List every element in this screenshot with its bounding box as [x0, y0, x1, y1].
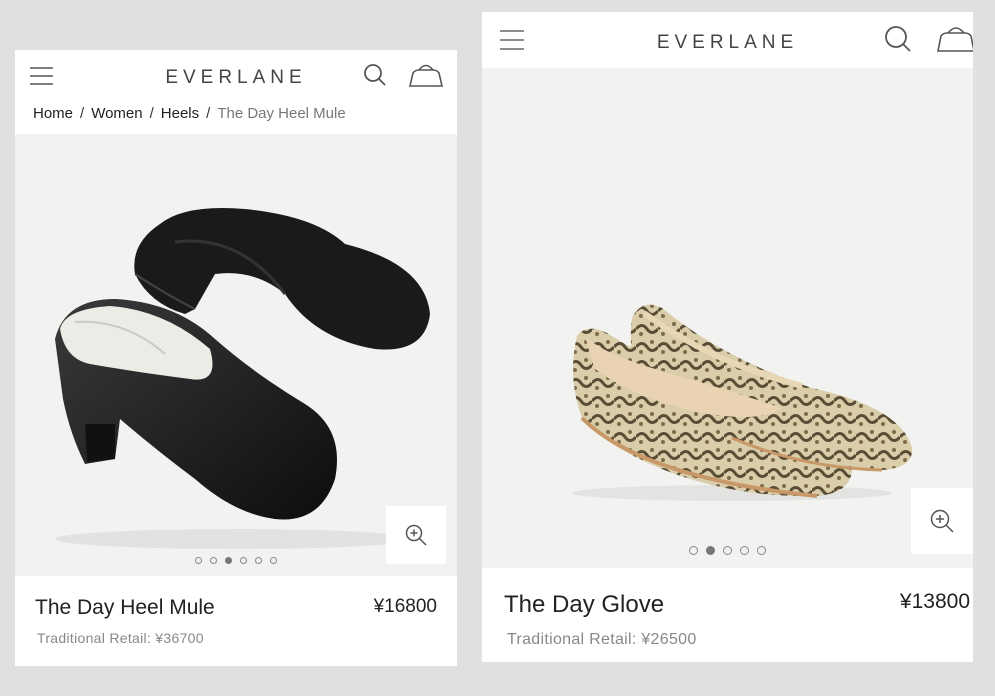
product-price: ¥16800 [373, 596, 437, 617]
traditional-retail-price: Traditional Retail: ¥36700 [37, 630, 204, 646]
carousel-dot-active[interactable] [706, 546, 715, 555]
carousel-dot[interactable] [723, 546, 732, 555]
carousel-dot-active[interactable] [225, 557, 232, 564]
carousel-dot[interactable] [255, 557, 262, 564]
carousel-dot[interactable] [740, 546, 749, 555]
shopping-bag-icon[interactable] [935, 22, 973, 54]
product-image-day-glove [572, 304, 913, 501]
carousel-dot[interactable] [689, 546, 698, 555]
search-icon[interactable] [884, 25, 912, 53]
product-name: The Day Heel Mule [35, 596, 215, 619]
zoom-button[interactable] [386, 506, 446, 564]
product-image-carousel[interactable] [482, 68, 973, 568]
product-page-heel-mule: EVERLANE Home / Women / Heels / The Day Heel M… [15, 50, 457, 666]
breadcrumb: Home / Women / Heels / The Day Heel Mule [33, 105, 346, 122]
carousel-dot[interactable] [195, 557, 202, 564]
breadcrumb-separator: / [206, 105, 211, 122]
product-image-carousel[interactable] [15, 134, 457, 576]
zoom-in-icon [405, 524, 427, 546]
carousel-dot[interactable] [210, 557, 217, 564]
breadcrumb-separator: / [149, 105, 154, 122]
breadcrumb-women[interactable]: Women [91, 105, 142, 122]
breadcrumb-heels[interactable]: Heels [161, 105, 199, 122]
brand-logo[interactable]: EVERLANE [15, 67, 457, 89]
carousel-dots [15, 557, 457, 564]
breadcrumb-separator: / [80, 105, 85, 122]
carousel-dot[interactable] [240, 557, 247, 564]
product-name: The Day Glove [504, 591, 665, 618]
search-icon[interactable] [363, 63, 387, 87]
carousel-dot[interactable] [757, 546, 766, 555]
breadcrumb-home[interactable]: Home [33, 105, 73, 122]
product-page-day-glove: EVERLANE The Day Glove ¥13800 Traditiona… [482, 12, 973, 662]
zoom-in-icon [930, 509, 954, 533]
shopping-bag-icon[interactable] [407, 61, 445, 89]
top-navigation-bar: EVERLANE [15, 50, 457, 100]
top-navigation-bar: EVERLANE [482, 12, 973, 68]
breadcrumb-current: The Day Heel Mule [217, 105, 346, 122]
traditional-retail-price: Traditional Retail: ¥26500 [507, 631, 697, 648]
carousel-dots [482, 546, 973, 555]
product-price: ¥13800 [899, 590, 970, 613]
zoom-button[interactable] [911, 488, 973, 554]
carousel-dot[interactable] [270, 557, 277, 564]
